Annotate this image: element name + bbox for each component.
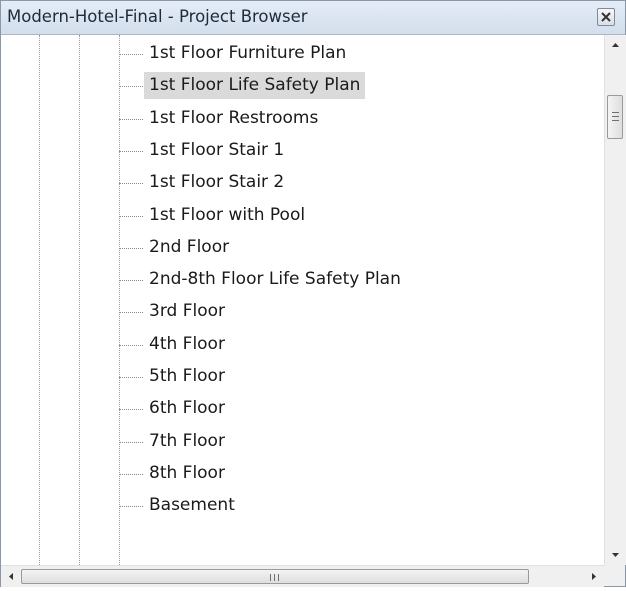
panel-title: Modern-Hotel-Final - Project Browser: [7, 7, 308, 26]
grip-line: [612, 116, 619, 117]
scroll-down-button[interactable]: [605, 545, 626, 565]
tree-connector-line: [119, 54, 143, 55]
tree-item[interactable]: 5th Floor: [1, 362, 604, 392]
arrow-right-icon: [592, 573, 596, 580]
tree-connector-line: [119, 183, 143, 185]
arrow-down-icon: [612, 553, 619, 557]
scroll-up-button[interactable]: [605, 35, 626, 55]
tree-item[interactable]: 4th Floor: [1, 330, 604, 360]
tree-connector-line: [119, 280, 143, 282]
tree-item[interactable]: 2nd-8th Floor Life Safety Plan: [1, 265, 604, 295]
scroll-right-button[interactable]: [584, 566, 604, 587]
tree-item-label[interactable]: 3rd Floor: [144, 298, 230, 325]
tree-item-label[interactable]: 6th Floor: [144, 395, 230, 422]
tree-item[interactable]: 1st Floor Stair 2: [1, 168, 604, 198]
tree-item-label[interactable]: 1st Floor Restrooms: [144, 105, 323, 132]
tree-item-label[interactable]: 1st Floor with Pool: [144, 202, 310, 229]
horizontal-scrollbar[interactable]: [1, 565, 604, 587]
grip-line: [612, 112, 619, 113]
tree-item-label[interactable]: 2nd-8th Floor Life Safety Plan: [144, 266, 406, 293]
tree-connector-line: [119, 409, 143, 411]
tree-connector-line: [119, 215, 143, 217]
tree-connector-line: [119, 473, 143, 475]
tree-item-label[interactable]: 1st Floor Stair 1: [144, 137, 289, 164]
tree-item-label[interactable]: 2nd Floor: [144, 234, 234, 261]
grip-line: [612, 120, 619, 121]
grip-line: [270, 574, 271, 581]
tree-item[interactable]: 2nd Floor: [1, 233, 604, 263]
vertical-scroll-thumb[interactable]: [607, 95, 623, 139]
tree-connector-line: [119, 118, 143, 120]
tree-connector-line: [119, 344, 143, 346]
tree-item-label[interactable]: 1st Floor Stair 2: [144, 169, 289, 196]
tree-item-label[interactable]: 1st Floor Life Safety Plan: [144, 72, 366, 100]
tree-item[interactable]: 1st Floor Stair 1: [1, 136, 604, 166]
tree-item-label[interactable]: 1st Floor Furniture Plan: [144, 40, 351, 67]
tree-item[interactable]: 1st Floor Restrooms: [1, 104, 604, 134]
tree-item[interactable]: 8th Floor: [1, 459, 604, 489]
scrollbar-corner: [604, 565, 625, 586]
tree-item-label[interactable]: 4th Floor: [144, 331, 230, 358]
project-browser-panel: Modern-Hotel-Final - Project Browser 1st…: [0, 0, 626, 587]
tree-connector-line: [119, 377, 143, 378]
grip-line: [274, 574, 275, 581]
tree-connector-line: [119, 247, 143, 249]
tree-item-label[interactable]: 5th Floor: [144, 363, 230, 390]
close-button[interactable]: [597, 8, 615, 26]
vertical-scrollbar[interactable]: [604, 35, 626, 565]
tree-item[interactable]: 6th Floor: [1, 394, 604, 424]
project-tree[interactable]: 1st Floor Furniture Plan 1st Floor Life S…: [1, 35, 604, 565]
tree-connector-line: [119, 150, 143, 152]
tree-item[interactable]: 1st Floor Furniture Plan: [1, 39, 604, 69]
tree-connector-line: [119, 441, 143, 443]
tree-item[interactable]: 7th Floor: [1, 427, 604, 457]
tree-item[interactable]: Basement: [1, 491, 604, 521]
arrow-left-icon: [9, 573, 13, 580]
scroll-left-button[interactable]: [1, 566, 21, 587]
tree-item[interactable]: 1st Floor with Pool: [1, 201, 604, 231]
tree-connector-line: [119, 312, 143, 314]
title-bar[interactable]: Modern-Hotel-Final - Project Browser: [1, 1, 625, 35]
horizontal-scroll-thumb[interactable]: [21, 569, 529, 584]
tree-item-label[interactable]: 8th Floor: [144, 460, 230, 487]
grip-line: [278, 574, 279, 581]
tree-connector-line: [119, 86, 143, 88]
close-icon: [601, 12, 611, 22]
tree-connector-line: [119, 506, 143, 508]
tree-item[interactable]: 1st Floor Life Safety Plan: [1, 71, 604, 101]
tree-item-label[interactable]: Basement: [144, 492, 240, 519]
arrow-up-icon: [612, 43, 619, 47]
tree-item[interactable]: 3rd Floor: [1, 297, 604, 327]
tree-item-label[interactable]: 7th Floor: [144, 428, 230, 455]
